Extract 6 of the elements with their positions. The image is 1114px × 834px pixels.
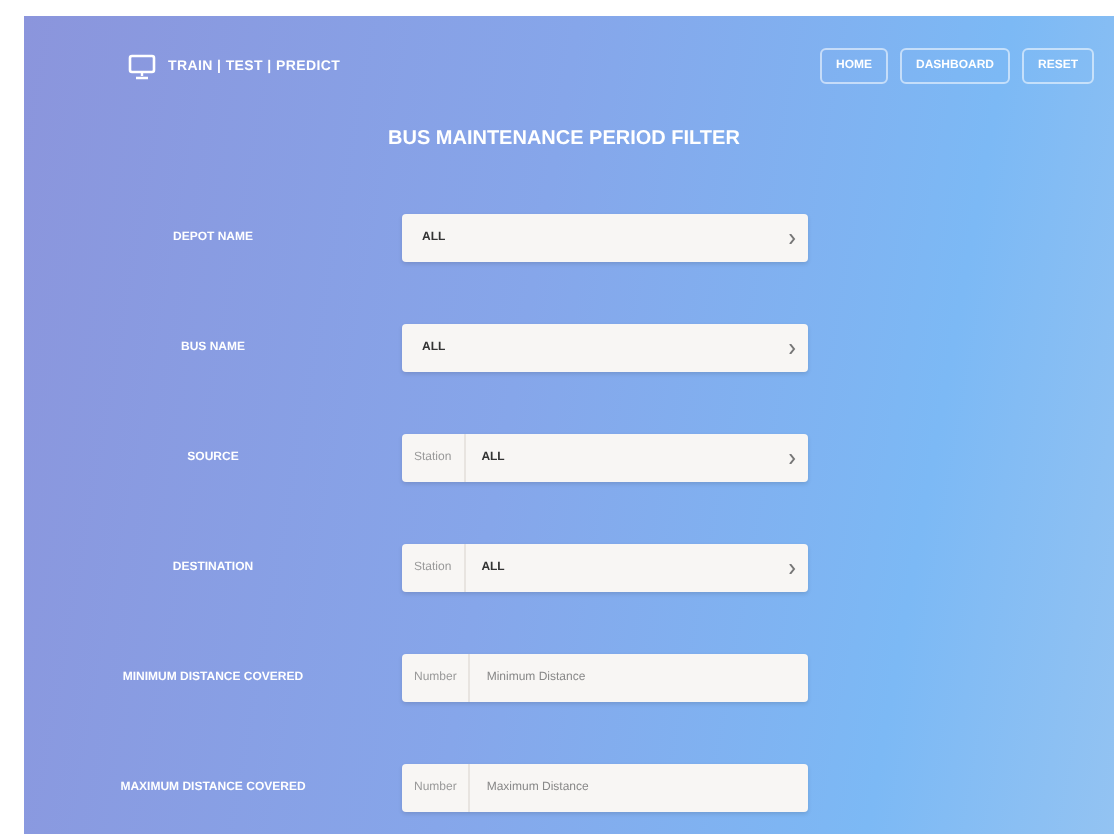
caret-icon bbox=[788, 233, 796, 243]
monitor-icon bbox=[128, 53, 156, 79]
caret-icon bbox=[788, 343, 796, 353]
page-title: BUS MAINTENANCE PERIOD FILTER bbox=[388, 128, 740, 152]
caret-icon bbox=[788, 453, 796, 463]
caret-icon bbox=[788, 563, 796, 573]
